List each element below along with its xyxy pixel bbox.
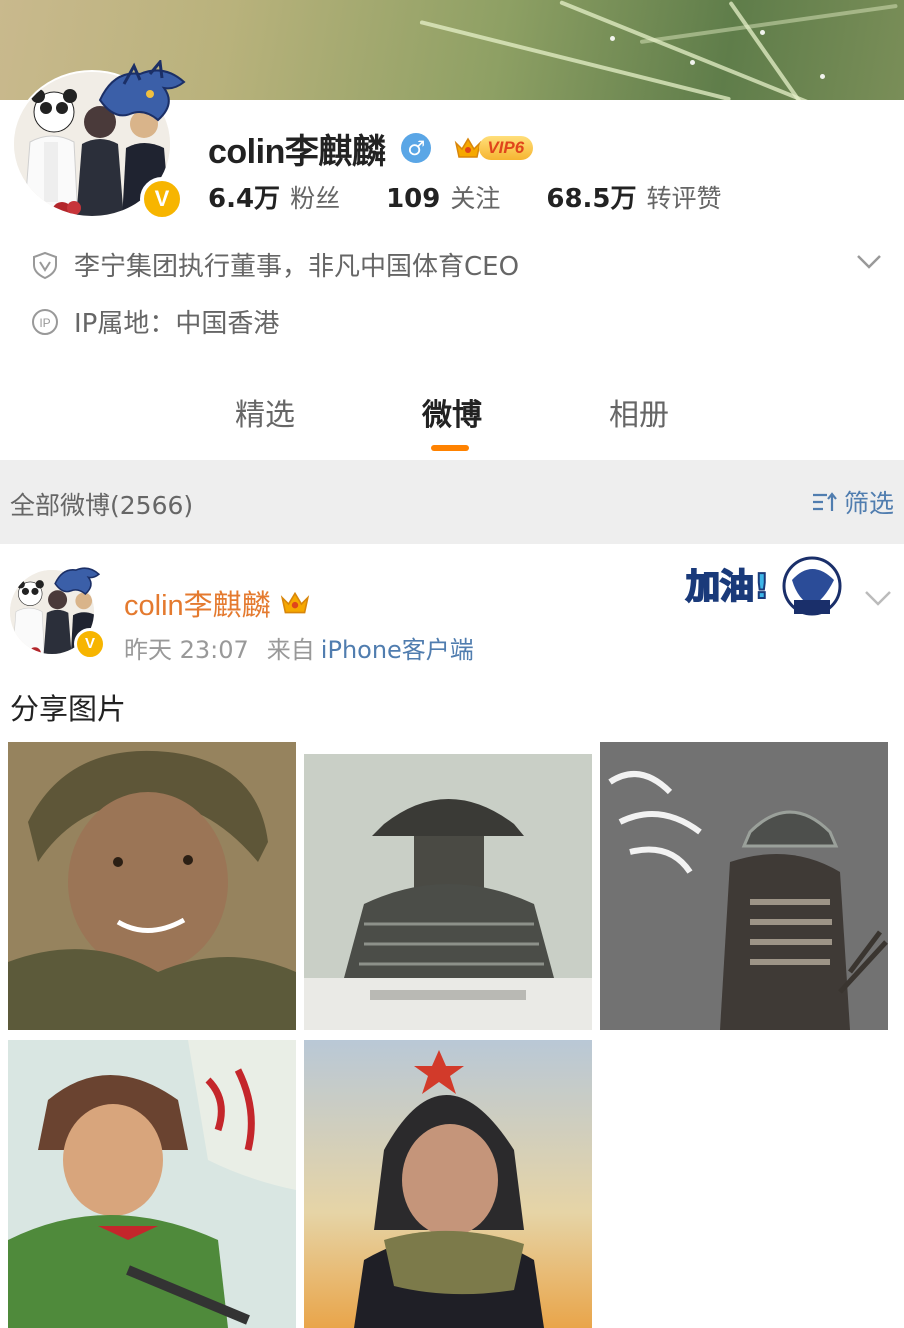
profile-avatar[interactable]: V: [12, 60, 186, 221]
post-photo[interactable]: [304, 1040, 592, 1328]
post-meta: 昨天 23:07 来自 iPhone客户端: [124, 630, 474, 665]
filter-icon: [812, 492, 837, 511]
description-text: 李宁集团执行董事，非凡中国体育CEO: [74, 252, 520, 282]
ip-location-text: IP属地：中国香港: [74, 309, 280, 339]
dragon-decoration-icon: [54, 567, 101, 596]
post-text: 分享图片: [10, 692, 127, 726]
verified-badge: V: [140, 177, 184, 221]
weibo-post: V colin李麒麟 昨天 23:07 来自 iPhone客户端 加油! 分享图…: [0, 544, 904, 1328]
post-photo[interactable]: [8, 1040, 296, 1328]
svg-text:IP: IP: [39, 316, 50, 330]
stats-row: 6.4万 粉丝 109 关注 68.5万 转评赞: [208, 178, 768, 215]
post-time: 昨天 23:07: [124, 636, 249, 664]
male-icon: ♂: [401, 133, 432, 163]
stat-following[interactable]: 109 关注: [386, 179, 500, 215]
sticker-text: 加油!: [686, 567, 770, 607]
tab-album[interactable]: 相册: [579, 390, 699, 434]
active-tab-indicator: [431, 445, 469, 451]
post-photo[interactable]: [8, 742, 296, 1030]
verified-badge: V: [74, 628, 106, 660]
vip-level-label: VIP6: [479, 136, 534, 160]
filter-label: 筛选: [843, 489, 894, 518]
post-photo[interactable]: [600, 742, 888, 1030]
tab-weibo[interactable]: 微博: [392, 390, 512, 434]
profile-tabs: 精选 微博 相册: [0, 388, 904, 460]
chevron-down-icon[interactable]: [862, 588, 894, 608]
ip-location: IP IP属地：中国香港: [30, 303, 279, 340]
sticker-decoration: 加油!: [684, 550, 862, 620]
tab-featured[interactable]: 精选: [205, 390, 325, 434]
post-photo[interactable]: [304, 754, 592, 1030]
profile-description: 李宁集团执行董事，非凡中国体育CEO: [30, 246, 519, 283]
dragon-decoration-icon: [98, 60, 186, 122]
vip-badge[interactable]: VIP6: [453, 133, 534, 163]
post-source-prefix: 来自: [266, 636, 315, 664]
stat-interactions[interactable]: 68.5万 转评赞: [546, 178, 721, 215]
stat-followers[interactable]: 6.4万 粉丝: [208, 178, 340, 215]
all-posts-count: 全部微博(2566): [10, 491, 194, 520]
post-avatar[interactable]: V: [8, 567, 106, 660]
post-source[interactable]: iPhone客户端: [321, 630, 474, 665]
profile-card: V colin李麒麟 ♂ VIP6 6.4万 粉丝 109 关注 68.5万 转…: [0, 60, 904, 460]
shield-v-icon: [33, 251, 57, 279]
post-username[interactable]: colin李麒麟: [124, 582, 271, 624]
filter-button[interactable]: 筛选: [810, 484, 894, 520]
profile-username: colin李麒麟: [208, 132, 386, 171]
crown-icon: [280, 591, 309, 614]
ip-icon: IP: [32, 308, 58, 335]
chevron-down-icon[interactable]: [854, 250, 884, 274]
filter-bar: 全部微博(2566) 筛选: [0, 460, 904, 544]
